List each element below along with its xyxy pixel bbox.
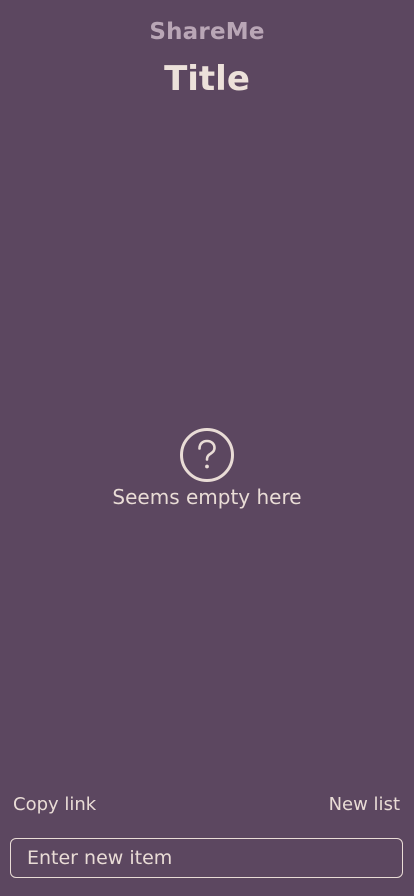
empty-state: Seems empty here	[0, 427, 414, 509]
copy-link-button[interactable]: Copy link	[13, 794, 96, 815]
new-list-button[interactable]: New list	[329, 794, 400, 815]
empty-state-text: Seems empty here	[112, 485, 302, 509]
new-item-input[interactable]	[10, 838, 403, 878]
app-name: ShareMe	[149, 19, 265, 45]
question-circle-icon	[180, 428, 234, 482]
list-title[interactable]: Title	[0, 59, 414, 99]
